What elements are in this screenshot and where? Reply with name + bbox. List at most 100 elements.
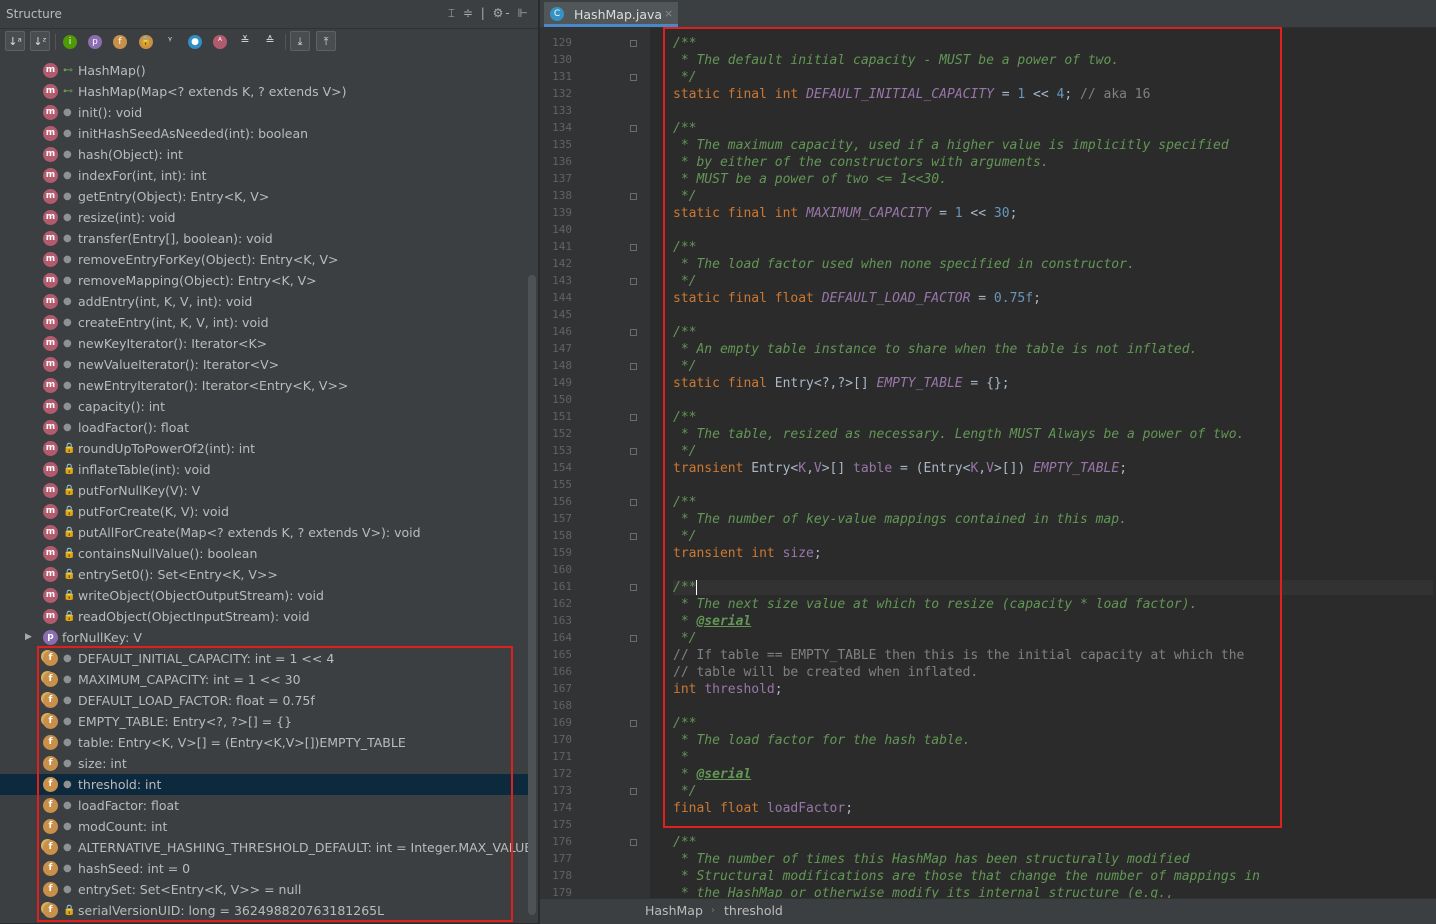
structure-item[interactable]: f 🔒 serialVersionUID: long = 3624988207631… (0, 900, 530, 921)
show-fields-button[interactable]: f (110, 31, 130, 51)
code-line[interactable]: */ (673, 189, 697, 204)
structure-item[interactable]: m ● loadFactor(): float (0, 417, 530, 438)
code-line[interactable]: static final int MAXIMUM_CAPACITY = 1 <<… (673, 206, 1017, 221)
structure-item[interactable]: m ● removeMapping(Object): Entry<K, V> (0, 270, 530, 291)
code-line[interactable]: static final float DEFAULT_LOAD_FACTOR =… (673, 291, 1041, 306)
structure-item[interactable]: m ● resize(int): void (0, 207, 530, 228)
show-lambdas-button[interactable]: ᵞ (160, 31, 180, 51)
structure-item[interactable]: m ● addEntry(int, K, V, int): void (0, 291, 530, 312)
code-line[interactable]: */ (673, 70, 697, 85)
fold-marker-icon[interactable] (630, 788, 637, 795)
structure-item[interactable]: m ● capacity(): int (0, 396, 530, 417)
structure-item[interactable]: m ● getEntry(Object): Entry<K, V> (0, 186, 530, 207)
code-line[interactable]: * The table, resized as necessary. Lengt… (673, 427, 1245, 442)
fold-marker-icon[interactable] (630, 329, 637, 336)
fold-marker-icon[interactable] (630, 584, 637, 591)
code-line[interactable]: /** (673, 835, 696, 850)
code-line[interactable]: * The next size value at which to resize… (673, 597, 1198, 612)
structure-item[interactable]: m 🔒 readObject(ObjectInputStream): void (0, 606, 530, 627)
autoscroll-from-source-button[interactable]: ⤒ (316, 31, 336, 51)
code-line[interactable]: */ (673, 784, 697, 799)
fold-marker-icon[interactable] (630, 244, 637, 251)
structure-item[interactable]: m ● removeEntryForKey(Object): Entry<K, V> (0, 249, 530, 270)
fold-marker-icon[interactable] (630, 74, 637, 81)
fold-marker-icon[interactable] (630, 278, 637, 285)
fold-marker-icon[interactable] (630, 839, 637, 846)
fold-marker-icon[interactable] (630, 125, 637, 132)
close-icon[interactable]: × (664, 7, 673, 20)
breadcrumb-class[interactable]: HashMap (645, 899, 703, 923)
structure-item[interactable]: m ● newEntryIterator(): Iterator<Entry<K, … (0, 375, 530, 396)
structure-item[interactable]: f ● DEFAULT_INITIAL_CAPACITY: int = 1 << 4 (0, 648, 530, 669)
code-line[interactable]: // table will be created when inflated. (673, 665, 978, 680)
structure-item[interactable]: m 🔒 entrySet0(): Set<Entry<K, V>> (0, 564, 530, 585)
structure-item[interactable]: m 🔒 putForCreate(K, V): void (0, 501, 530, 522)
code-line[interactable]: /** (673, 580, 1433, 595)
code-line[interactable]: // If table == EMPTY_TABLE then this is … (673, 648, 1244, 663)
structure-item[interactable]: m ● transfer(Entry[], boolean): void (0, 228, 530, 249)
code-line[interactable]: */ (673, 631, 697, 646)
code-line[interactable]: */ (673, 444, 697, 459)
code-line[interactable]: /** (673, 716, 696, 731)
code-line[interactable]: static final Entry<?,?>[] EMPTY_TABLE = … (673, 376, 1010, 391)
code-line[interactable]: * by either of the constructors with arg… (673, 155, 1049, 170)
code-line[interactable]: final float loadFactor; (673, 801, 853, 816)
code-line[interactable]: */ (673, 359, 697, 374)
show-inherited-button[interactable]: i (60, 31, 80, 51)
code-line[interactable]: * @serial (673, 767, 751, 782)
structure-item[interactable]: f ● table: Entry<K, V>[] = (Entry<K,V>[])E… (0, 732, 530, 753)
structure-item[interactable]: f ● size: int (0, 753, 530, 774)
fold-marker-icon[interactable] (630, 363, 637, 370)
structure-item[interactable]: f ● ALTERNATIVE_HASHING_THRESHOLD_DEFAULT:… (0, 837, 532, 858)
fold-marker-icon[interactable] (630, 414, 637, 421)
code-line[interactable]: * The load factor for the hash table. (673, 733, 971, 748)
code-line[interactable]: /** (673, 495, 696, 510)
collapse-all-button[interactable]: ≙ (260, 31, 280, 51)
structure-item[interactable]: f ● threshold: int (0, 774, 530, 795)
code-line[interactable]: * @serial (673, 614, 751, 629)
structure-header-icons[interactable]: ⌶ ≑ | ⚙- ⊩ (448, 6, 530, 21)
structure-scrollbar[interactable] (528, 275, 536, 915)
code-line[interactable]: * The maximum capacity, used if a higher… (673, 138, 1229, 153)
sort-alpha-button[interactable]: ↓ᶻ (30, 31, 50, 51)
code-area[interactable]: /** * The default initial capacity - MUS… (673, 28, 1433, 898)
structure-item[interactable]: m ⊷ HashMap() (0, 60, 530, 81)
expand-all-button[interactable]: ≚ (235, 31, 255, 51)
show-anonymous-button[interactable]: ● (185, 31, 205, 51)
expand-arrow-icon[interactable]: ▶ (25, 627, 32, 648)
structure-item[interactable]: ▶ p forNullKey: V (0, 627, 530, 648)
structure-item[interactable]: m 🔒 roundUpToPowerOf2(int): int (0, 438, 530, 459)
code-line[interactable]: * The number of key-value mappings conta… (673, 512, 1127, 527)
structure-item[interactable]: m 🔒 putAllForCreate(Map<? extends K, ? ext… (0, 522, 530, 543)
code-line[interactable]: static final int DEFAULT_INITIAL_CAPACIT… (673, 87, 1150, 102)
structure-item[interactable]: f ● entrySet: Set<Entry<K, V>> = null (0, 879, 530, 900)
fold-marker-icon[interactable] (630, 448, 637, 455)
structure-item[interactable]: m 🔒 containsNullValue(): boolean (0, 543, 530, 564)
code-line[interactable]: * The number of times this HashMap has b… (673, 852, 1190, 867)
tab-hashmap-java[interactable]: C HashMap.java × (544, 2, 678, 27)
fold-marker-icon[interactable] (630, 635, 637, 642)
structure-item[interactable]: m 🔒 putForNullKey(V): V (0, 480, 530, 501)
structure-item[interactable]: f ● hashSeed: int = 0 (0, 858, 530, 879)
code-line[interactable]: * the HashMap or otherwise modify its in… (673, 886, 1174, 898)
structure-item[interactable]: f ● modCount: int (0, 816, 530, 837)
code-line[interactable]: */ (673, 274, 697, 289)
fold-marker-icon[interactable] (630, 193, 637, 200)
code-line[interactable]: * The default initial capacity - MUST be… (673, 53, 1119, 68)
structure-item[interactable]: m ● indexFor(int, int): int (0, 165, 530, 186)
code-line[interactable]: * (673, 750, 689, 765)
structure-item[interactable]: m ● hash(Object): int (0, 144, 530, 165)
autoscroll-to-source-button[interactable]: ⤓ (290, 31, 310, 51)
code-line[interactable]: /** (673, 325, 696, 340)
structure-item[interactable]: m ● init(): void (0, 102, 530, 123)
structure-item[interactable]: m ● initHashSeedAsNeeded(int): boolean (0, 123, 530, 144)
code-line[interactable]: /** (673, 36, 696, 51)
structure-item[interactable]: f ● MAXIMUM_CAPACITY: int = 1 << 30 (0, 669, 530, 690)
show-properties-button[interactable]: p (85, 31, 105, 51)
sort-visibility-button[interactable]: ↓ᵃ (5, 31, 25, 51)
structure-item[interactable]: f ● DEFAULT_LOAD_FACTOR: float = 0.75f (0, 690, 530, 711)
fold-marker-icon[interactable] (630, 40, 637, 47)
structure-item[interactable]: m ● newKeyIterator(): Iterator<K> (0, 333, 530, 354)
code-line[interactable]: */ (673, 529, 697, 544)
breadcrumb-field[interactable]: threshold (724, 899, 783, 923)
